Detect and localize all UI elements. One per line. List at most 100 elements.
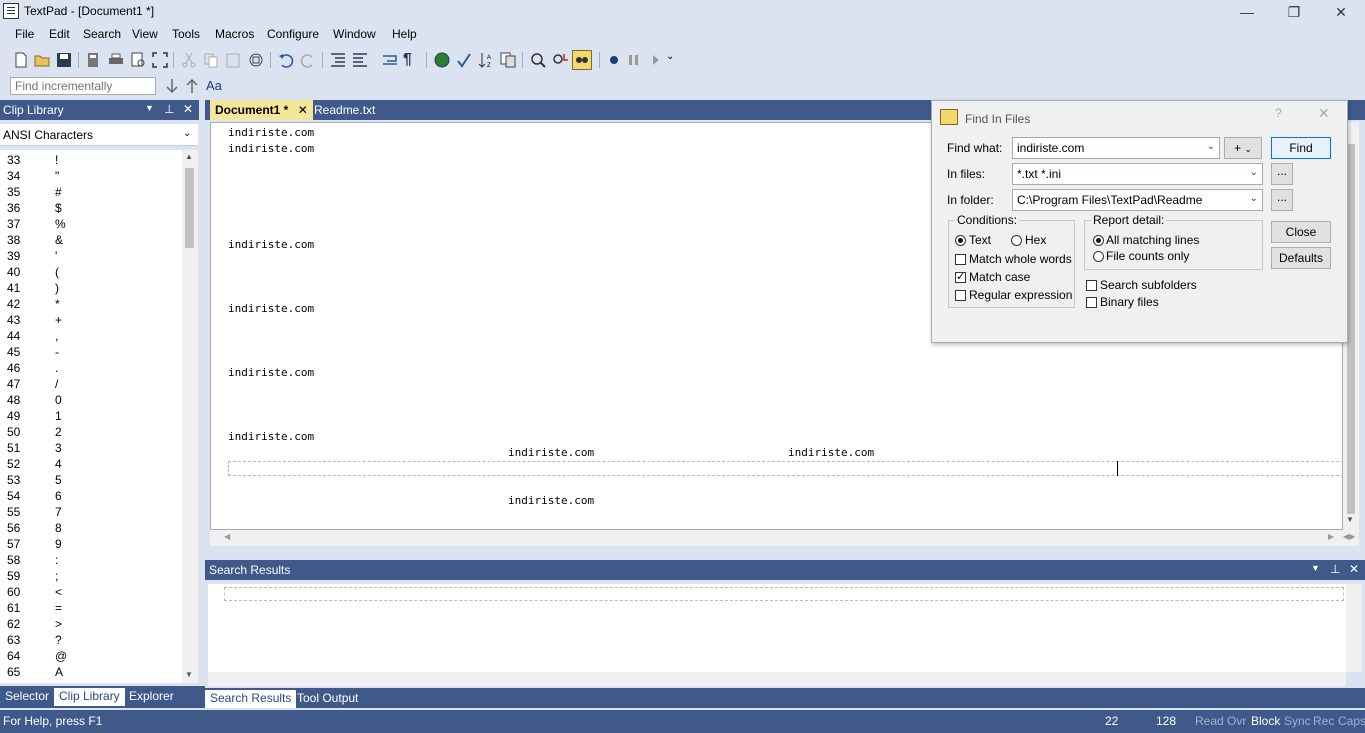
globe-icon[interactable] bbox=[433, 51, 451, 69]
tab-tool-output[interactable]: Tool Output bbox=[292, 690, 363, 708]
save-icon[interactable] bbox=[55, 51, 73, 69]
clip-row[interactable]: 42 * bbox=[0, 296, 182, 312]
clip-row[interactable]: 48 0 bbox=[0, 392, 182, 408]
clip-row[interactable]: 37% bbox=[0, 216, 182, 232]
clip-row[interactable]: 56 8 bbox=[0, 520, 182, 536]
search-subfolders-checkbox[interactable] bbox=[1086, 280, 1097, 291]
clip-row[interactable]: 61 = bbox=[0, 600, 182, 616]
search-results-vertical-scrollbar[interactable] bbox=[1346, 584, 1362, 672]
in-folder-combo[interactable]: C:\Program Files\TextPad\Readme ⌄ bbox=[1012, 189, 1263, 211]
spell-check-icon[interactable] bbox=[455, 51, 473, 69]
save-all-icon[interactable] bbox=[85, 51, 103, 69]
menu-edit[interactable]: Edit bbox=[46, 27, 73, 41]
search-results-list[interactable] bbox=[208, 584, 1346, 672]
pause-macro-icon[interactable] bbox=[625, 51, 643, 69]
menu-tools[interactable]: Tools bbox=[169, 27, 203, 41]
pin-icon[interactable]: ⊥ bbox=[1330, 562, 1340, 576]
toolbar-overflow-icon[interactable]: ⌄ bbox=[666, 51, 684, 69]
print-icon[interactable] bbox=[107, 51, 125, 69]
clip-row[interactable]: 49 1 bbox=[0, 408, 182, 424]
clip-row[interactable]: 43 + bbox=[0, 312, 182, 328]
help-button[interactable]: ? bbox=[1275, 106, 1282, 120]
match-case-toggle[interactable]: Aa bbox=[206, 78, 222, 93]
regular-expression-checkbox[interactable] bbox=[955, 290, 966, 301]
pin-icon[interactable]: ⊥ bbox=[164, 102, 174, 116]
clip-row[interactable]: 44, bbox=[0, 328, 182, 344]
clip-row[interactable]: 54 6 bbox=[0, 488, 182, 504]
clip-row[interactable]: 47 / bbox=[0, 376, 182, 392]
tab-selector[interactable]: Selector bbox=[0, 688, 54, 706]
close-panel-icon[interactable]: ✕ bbox=[183, 102, 193, 116]
find-icon[interactable] bbox=[529, 51, 547, 69]
play-macro-icon[interactable] bbox=[647, 51, 665, 69]
clipboard-icon[interactable] bbox=[247, 51, 265, 69]
find-incrementally-input[interactable] bbox=[10, 77, 156, 95]
print-preview-icon[interactable] bbox=[129, 51, 147, 69]
panel-menu-icon[interactable]: ▼ bbox=[1311, 563, 1320, 573]
hex-radio[interactable] bbox=[1011, 235, 1022, 246]
menu-search[interactable]: Search bbox=[80, 27, 124, 41]
menu-help[interactable]: Help bbox=[389, 27, 420, 41]
editor-horizontal-scrollbar[interactable]: ◀ ▶ ◀▶ bbox=[210, 530, 1359, 546]
in-files-combo[interactable]: *.txt *.ini ⌄ bbox=[1012, 163, 1263, 185]
menu-macros[interactable]: Macros bbox=[212, 27, 257, 41]
clip-row[interactable]: 33! bbox=[0, 152, 182, 168]
clip-category-select[interactable]: ANSI Characters ⌄ bbox=[0, 124, 198, 146]
minimize-button[interactable]: — bbox=[1232, 2, 1262, 22]
clip-row[interactable]: 35 # bbox=[0, 184, 182, 200]
indent-icon[interactable] bbox=[329, 51, 347, 69]
find-in-files-icon[interactable] bbox=[572, 50, 592, 70]
match-case-checkbox[interactable] bbox=[955, 270, 966, 283]
file-counts-only-radio[interactable] bbox=[1093, 251, 1104, 262]
all-matching-lines-radio[interactable] bbox=[1093, 235, 1104, 246]
copy-icon[interactable] bbox=[202, 51, 220, 69]
insert-regex-button[interactable]: + ⌄ bbox=[1224, 137, 1262, 159]
clip-row[interactable]: 50 2 bbox=[0, 424, 182, 440]
paste-icon[interactable] bbox=[224, 51, 242, 69]
compare-files-icon[interactable] bbox=[499, 51, 517, 69]
browse-folder-button[interactable]: ... bbox=[1271, 189, 1293, 211]
close-tab-icon[interactable]: ✕ bbox=[298, 103, 308, 117]
word-wrap-icon[interactable] bbox=[381, 51, 399, 69]
textpad-app-icon[interactable] bbox=[3, 3, 19, 19]
sort-icon[interactable]: AZ bbox=[477, 51, 495, 69]
menu-window[interactable]: Window bbox=[330, 27, 379, 41]
clip-row[interactable]: 38 & bbox=[0, 232, 182, 248]
clip-row[interactable]: 40 ( bbox=[0, 264, 182, 280]
clip-row[interactable]: 59; bbox=[0, 568, 182, 584]
match-whole-words-checkbox[interactable] bbox=[955, 254, 966, 265]
menu-file[interactable]: File bbox=[12, 27, 37, 41]
clip-row[interactable]: 51 3 bbox=[0, 440, 182, 456]
find-previous-up-icon[interactable] bbox=[183, 77, 201, 95]
outdent-icon[interactable] bbox=[351, 51, 369, 69]
close-button[interactable]: Close bbox=[1271, 221, 1331, 243]
tab-explorer[interactable]: Explorer bbox=[124, 688, 179, 706]
clip-row[interactable]: 52 4 bbox=[0, 456, 182, 472]
text-radio[interactable] bbox=[955, 235, 966, 246]
clip-row[interactable]: 46. bbox=[0, 360, 182, 376]
clip-row[interactable]: 39 ' bbox=[0, 248, 182, 264]
tab-search-results[interactable]: Search Results bbox=[205, 690, 297, 708]
fullscreen-icon[interactable] bbox=[151, 51, 169, 69]
binary-files-checkbox[interactable] bbox=[1086, 297, 1097, 308]
clip-row[interactable]: 36 $ bbox=[0, 200, 182, 216]
record-macro-icon[interactable] bbox=[605, 51, 623, 69]
browse-files-button[interactable]: ... bbox=[1271, 163, 1293, 185]
find-what-combo[interactable]: indiriste.com ⌄ bbox=[1012, 137, 1220, 159]
tab-readme[interactable]: Readme.txt bbox=[309, 100, 380, 120]
clip-row[interactable]: 57 9 bbox=[0, 536, 182, 552]
find-button[interactable]: Find bbox=[1271, 137, 1331, 159]
replace-icon[interactable] bbox=[551, 51, 569, 69]
new-file-icon[interactable] bbox=[12, 51, 30, 69]
clip-row[interactable]: 41) bbox=[0, 280, 182, 296]
menu-configure[interactable]: Configure bbox=[264, 27, 322, 41]
undo-icon[interactable] bbox=[277, 51, 295, 69]
redo-icon[interactable] bbox=[299, 51, 317, 69]
clip-row[interactable]: 60 < bbox=[0, 584, 182, 600]
search-results-horizontal-scrollbar[interactable] bbox=[208, 672, 1346, 686]
cut-icon[interactable] bbox=[180, 51, 198, 69]
clip-row[interactable]: 64 @ bbox=[0, 648, 182, 664]
menu-view[interactable]: View bbox=[129, 27, 161, 41]
clip-row[interactable]: 53 5 bbox=[0, 472, 182, 488]
clip-row[interactable]: 65 A bbox=[0, 664, 182, 680]
